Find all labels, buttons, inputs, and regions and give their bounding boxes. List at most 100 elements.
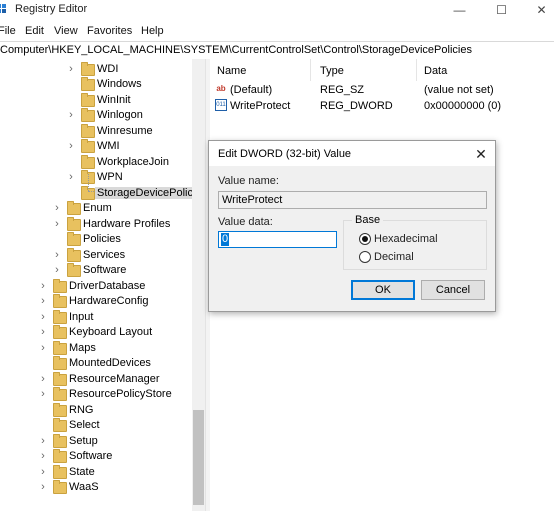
chevron-right-icon[interactable]: › <box>53 201 61 216</box>
tree-item[interactable]: Select <box>0 418 192 433</box>
folder-icon <box>53 449 67 463</box>
chevron-right-icon[interactable]: › <box>53 248 61 263</box>
tree-item[interactable]: Windows <box>0 77 192 92</box>
chevron-right-icon[interactable]: › <box>39 294 47 309</box>
column-separator[interactable] <box>310 59 311 81</box>
column-header-type[interactable]: Type <box>320 65 344 77</box>
tree-item[interactable]: › ResourcePolicyStore <box>0 387 192 402</box>
value-name: WriteProtect <box>230 100 291 112</box>
chevron-right-icon[interactable]: › <box>39 310 47 325</box>
tree-item[interactable]: › Keyboard Layout <box>0 325 192 340</box>
chevron-right-icon[interactable]: › <box>67 62 75 77</box>
value-name-text: WriteProtect <box>222 194 283 206</box>
chevron-right-icon[interactable]: › <box>39 341 47 356</box>
value-data-input[interactable]: 0 <box>218 231 337 248</box>
decimal-label[interactable]: Decimal <box>374 251 414 263</box>
value-data-text[interactable]: 0 <box>221 233 230 246</box>
menu-view[interactable]: View <box>54 25 78 37</box>
value-row[interactable]: 011 WriteProtect REG_DWORD 0x00000000 (0… <box>210 98 554 114</box>
chevron-right-icon[interactable]: › <box>39 372 47 387</box>
address-path[interactable]: Computer\HKEY_LOCAL_MACHINE\SYSTEM\Curre… <box>0 44 472 56</box>
tree-item[interactable]: MountedDevices <box>0 356 192 371</box>
address-bar[interactable]: Computer\HKEY_LOCAL_MACHINE\SYSTEM\Curre… <box>0 41 554 60</box>
maximize-button[interactable]: ☐ <box>479 0 524 20</box>
tree-item[interactable]: › State <box>0 465 192 480</box>
tree-item-label: Input <box>69 311 94 323</box>
tree-item[interactable]: › ResourceManager <box>0 372 192 387</box>
base-group: Base Hexadecimal Decimal <box>343 214 487 270</box>
tree-connector-line <box>88 174 90 191</box>
chevron-right-icon[interactable]: › <box>53 263 61 278</box>
chevron-right-icon[interactable]: › <box>67 170 75 185</box>
tree-item[interactable]: Winresume <box>0 124 192 139</box>
tree-item[interactable]: Policies <box>0 232 192 247</box>
tree-item[interactable]: › WaaS <box>0 480 192 495</box>
chevron-right-icon[interactable]: › <box>39 449 47 464</box>
tree-item[interactable]: › Software <box>0 449 192 464</box>
tree-item[interactable]: › HardwareConfig <box>0 294 192 309</box>
chevron-right-icon[interactable]: › <box>39 480 47 495</box>
chevron-right-icon[interactable]: › <box>39 325 47 340</box>
chevron-right-icon[interactable]: › <box>39 279 47 294</box>
tree-item[interactable]: › WDI <box>0 62 192 77</box>
cancel-button[interactable]: Cancel <box>421 280 485 300</box>
folder-icon <box>81 139 95 153</box>
value-type: REG_SZ <box>320 84 365 96</box>
chevron-right-icon[interactable]: › <box>53 217 61 232</box>
ok-button[interactable]: OK <box>351 280 415 300</box>
folder-icon <box>81 62 95 76</box>
menu-favorites[interactable]: Favorites <box>87 25 132 37</box>
chevron-right-icon[interactable]: › <box>39 434 47 449</box>
tree-item[interactable]: › Setup <box>0 434 192 449</box>
tree-scrollbar-thumb[interactable] <box>193 410 204 505</box>
registry-editor-icon <box>0 4 7 15</box>
tree-item-label: WDI <box>97 63 119 75</box>
tree-item[interactable]: › Winlogon <box>0 108 192 123</box>
dialog-close-icon[interactable]: ✕ <box>471 144 491 164</box>
chevron-right-icon[interactable]: › <box>67 108 75 123</box>
column-header-name[interactable]: Name <box>217 65 246 77</box>
chevron-right-icon[interactable]: › <box>39 465 47 480</box>
tree-item[interactable]: WinInit <box>0 93 192 108</box>
folder-icon <box>53 341 67 355</box>
window-title: Registry Editor <box>15 3 88 15</box>
folder-icon <box>67 201 81 215</box>
tree-item-selected[interactable]: StorageDevicePolicie <box>0 186 204 201</box>
value-name-field: WriteProtect <box>218 191 487 209</box>
chevron-right-icon[interactable]: › <box>39 387 47 402</box>
menu-edit[interactable]: Edit <box>25 25 44 37</box>
tree-item[interactable]: › WPN <box>0 170 192 185</box>
value-row[interactable]: ab (Default) REG_SZ (value not set) <box>210 82 554 98</box>
hexadecimal-label[interactable]: Hexadecimal <box>374 233 438 245</box>
registry-tree[interactable]: › WDI Windows WinInit › Winlogon Winresu… <box>0 59 205 511</box>
menu-help[interactable]: Help <box>141 25 164 37</box>
dialog-title-bar[interactable]: Edit DWORD (32-bit) Value ✕ <box>209 141 495 166</box>
tree-item[interactable]: › Enum <box>0 201 192 216</box>
tree-item[interactable]: WorkplaceJoin <box>0 155 192 170</box>
column-header-data[interactable]: Data <box>424 65 447 77</box>
minimize-button[interactable]: — <box>437 0 482 20</box>
column-separator[interactable] <box>416 59 417 81</box>
tree-item[interactable]: › Maps <box>0 341 192 356</box>
folder-icon <box>81 108 95 122</box>
value-data: (value not set) <box>424 84 494 96</box>
tree-item[interactable]: › Input <box>0 310 192 325</box>
tree-item-label: Setup <box>69 435 98 447</box>
folder-icon <box>81 77 95 91</box>
tree-item[interactable]: › WMI <box>0 139 192 154</box>
chevron-right-icon[interactable]: › <box>67 139 75 154</box>
close-button[interactable]: ✕ <box>519 0 554 20</box>
hexadecimal-radio[interactable] <box>359 233 371 245</box>
tree-item[interactable]: › Software <box>0 263 192 278</box>
tree-item[interactable]: › Services <box>0 248 192 263</box>
tree-item[interactable]: RNG <box>0 403 192 418</box>
menu-file[interactable]: File <box>0 25 16 37</box>
folder-icon <box>53 310 67 324</box>
tree-item-label: Software <box>69 450 113 462</box>
folder-icon <box>53 372 67 386</box>
decimal-radio[interactable] <box>359 251 371 263</box>
value-name-label: Value name: <box>218 175 279 187</box>
value-data-label: Value data: <box>218 216 273 228</box>
tree-item[interactable]: › DriverDatabase <box>0 279 192 294</box>
tree-item[interactable]: › Hardware Profiles <box>0 217 192 232</box>
